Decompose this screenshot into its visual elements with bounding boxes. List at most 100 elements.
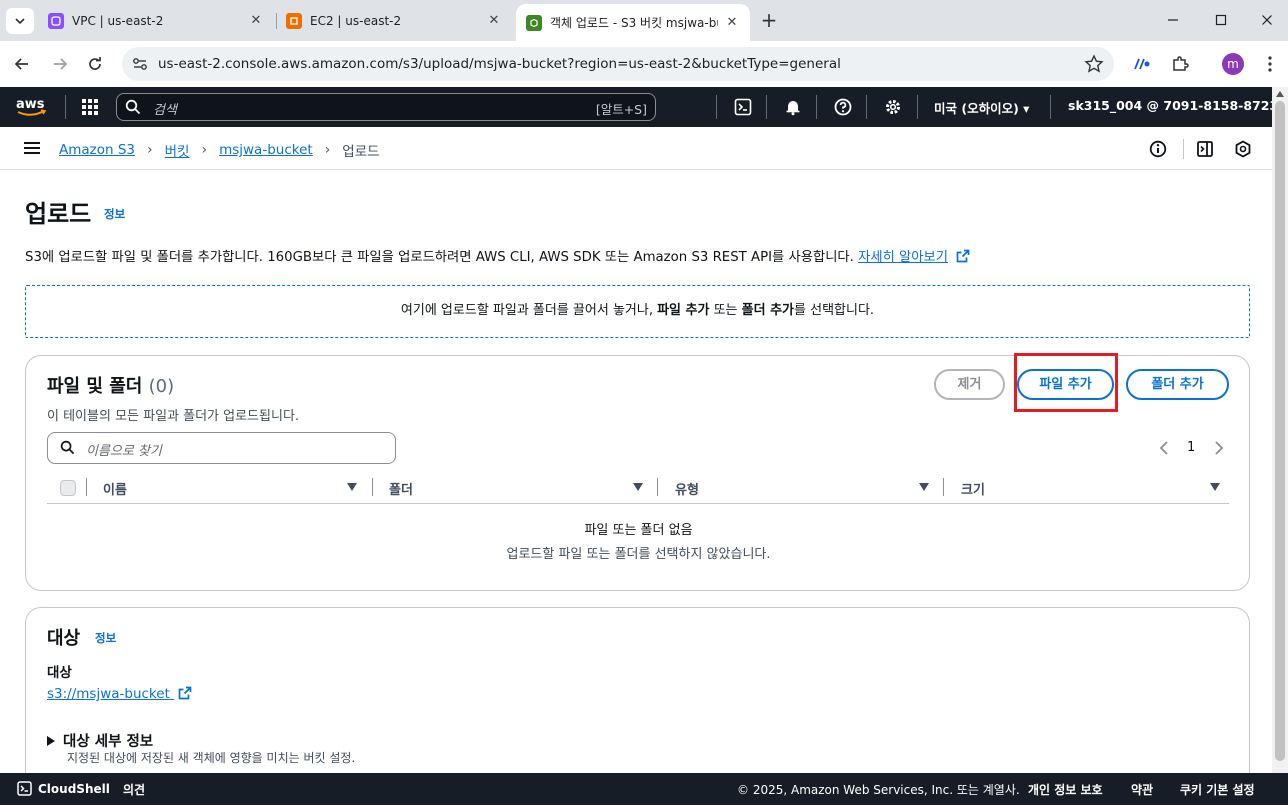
info-circle-icon	[1149, 140, 1167, 158]
arrow-right-icon	[54, 58, 68, 70]
upload-dropzone[interactable]: 여기에 업로드할 파일과 폴더를 끌어서 놓거나, 파일 추가 또는 폴더 추가…	[25, 285, 1250, 338]
browser-tab-strip: VPC | us-east-2 ✕ EC2 | us-east-2 ✕ 객체 업…	[0, 0, 1288, 41]
previous-page-icon[interactable]	[1157, 440, 1171, 456]
cookie-preferences-link[interactable]: 쿠키 기본 설정	[1180, 781, 1255, 798]
console-footer: CloudShell 의견 © 2025, Amazon Web Service…	[0, 773, 1288, 805]
destination-bucket-link-text[interactable]: s3://msjwa-bucket	[47, 686, 170, 702]
browser-menu-button[interactable]	[1258, 52, 1282, 76]
add-folder-button[interactable]: 폴더 추가	[1126, 369, 1229, 400]
address-bar[interactable]: us-east-2.console.aws.amazon.com/s3/uplo…	[122, 47, 1114, 81]
bookmark-star-icon[interactable]	[1084, 54, 1104, 74]
services-grid-icon[interactable]	[80, 97, 100, 117]
close-icon[interactable]: ✕	[248, 13, 264, 29]
settings-button[interactable]	[883, 97, 903, 117]
hamburger-menu-icon[interactable]	[24, 141, 40, 155]
breadcrumb-amazon-s3[interactable]: Amazon S3	[59, 142, 135, 158]
current-page-number[interactable]: 1	[1187, 440, 1195, 455]
browser-toolbar: us-east-2.console.aws.amazon.com/s3/uplo…	[0, 41, 1288, 87]
maximize-window-button[interactable]	[1210, 9, 1232, 31]
column-header-type[interactable]: 유형	[675, 479, 699, 498]
column-header-folder[interactable]: 폴더	[389, 479, 413, 498]
extension-logo-icon	[1134, 58, 1150, 70]
page-description: S3에 업로드할 파일 및 폴더를 추가합니다. 160GB보다 큰 파일을 업…	[25, 246, 970, 265]
page-info-link[interactable]: 정보	[104, 206, 125, 222]
tab-search-button[interactable]	[6, 8, 34, 34]
browser-tab-s3-upload[interactable]: 객체 업로드 - S3 버킷 msjwa-bucket ✕	[516, 4, 750, 41]
files-panel-title: 파일 및 폴더 (0)	[47, 372, 174, 398]
destination-info-link[interactable]: 정보	[95, 630, 116, 646]
close-icon[interactable]: ✕	[486, 13, 502, 29]
column-divider[interactable]	[657, 478, 658, 496]
extensions-menu-button[interactable]	[1168, 52, 1192, 76]
extension-button[interactable]	[1130, 52, 1154, 76]
cloudshell-button[interactable]	[733, 97, 753, 117]
learn-more-link[interactable]: 자세히 알아보기	[858, 250, 948, 265]
terms-link[interactable]: 약관	[1131, 781, 1153, 798]
dropzone-add-folder-emphasis: 폴더 추가	[741, 303, 795, 318]
page-scrollbar[interactable]	[1272, 87, 1288, 773]
destination-details-description: 지정된 대상에 저장된 새 객체에 영향을 미치는 버킷 설정.	[67, 751, 356, 765]
aws-logo-icon[interactable]: aws	[14, 95, 50, 119]
reload-button[interactable]	[83, 52, 107, 76]
scrollbar-thumb[interactable]	[1275, 101, 1285, 761]
url-text: us-east-2.console.aws.amazon.com/s3/uplo…	[158, 56, 841, 72]
browser-tab-vpc[interactable]: VPC | us-east-2 ✕	[38, 6, 274, 35]
close-icon	[1262, 15, 1272, 25]
forward-button[interactable]	[48, 52, 72, 76]
cloudshell-footer-button[interactable]: CloudShell	[17, 781, 110, 796]
remove-button[interactable]: 제거	[934, 369, 1005, 400]
destination-bucket-link[interactable]: s3://msjwa-bucket	[47, 686, 192, 702]
site-settings-icon[interactable]	[131, 55, 149, 73]
chevron-down-icon	[15, 18, 25, 25]
column-divider[interactable]	[943, 478, 944, 496]
split-panel-button[interactable]	[1195, 139, 1215, 159]
sort-caret-icon[interactable]	[347, 483, 357, 491]
destination-details-expander[interactable]: 대상 세부 정보	[47, 730, 153, 751]
aws-search-input[interactable]: 검색 [알트+S]	[116, 93, 656, 121]
scroll-up-arrow-icon[interactable]	[1276, 91, 1284, 97]
notifications-button[interactable]	[783, 97, 803, 117]
maximize-icon	[1215, 14, 1227, 26]
privacy-link[interactable]: 개인 정보 보호	[1028, 781, 1103, 798]
amazon-q-button[interactable]	[1233, 139, 1253, 159]
minimize-window-button[interactable]	[1162, 9, 1184, 31]
column-divider[interactable]	[372, 478, 373, 496]
breadcrumb-buckets[interactable]: 버킷	[165, 140, 190, 160]
hexagon-icon	[1235, 140, 1251, 158]
account-menu[interactable]: sk315_004 @ 7091-8158-8723 ▾	[1068, 98, 1288, 113]
vpc-favicon-icon	[48, 12, 64, 29]
nav-divider	[766, 95, 767, 119]
close-window-button[interactable]	[1256, 9, 1278, 31]
nav-divider	[716, 95, 717, 119]
filter-by-name-input[interactable]: 이름으로 찾기	[47, 432, 396, 464]
dropzone-add-files-emphasis: 파일 추가	[657, 303, 710, 318]
select-all-checkbox[interactable]	[60, 480, 76, 496]
gear-icon	[886, 100, 900, 114]
search-icon	[125, 99, 141, 115]
profile-avatar[interactable]: m	[1222, 53, 1244, 75]
breadcrumb-bucket-name[interactable]: msjwa-bucket	[219, 142, 313, 158]
back-button[interactable]	[10, 52, 34, 76]
destination-panel: 대상 정보 대상 s3://msjwa-bucket 대상 세부 정보 지정된 …	[25, 607, 1250, 797]
close-icon[interactable]: ✕	[724, 15, 740, 31]
destination-label: 대상	[47, 665, 72, 681]
feedback-link[interactable]: 의견	[123, 781, 145, 798]
column-header-size[interactable]: 크기	[961, 479, 985, 498]
info-panel-button[interactable]	[1148, 139, 1168, 159]
sort-caret-icon[interactable]	[919, 483, 929, 491]
sort-caret-icon[interactable]	[1210, 483, 1220, 491]
toolbar-divider	[1183, 139, 1184, 159]
chevron-right-icon: ›	[147, 142, 153, 158]
sort-caret-icon[interactable]	[633, 483, 643, 491]
help-circle-icon	[834, 98, 852, 116]
next-page-icon[interactable]	[1212, 440, 1226, 456]
new-tab-button[interactable]: +	[759, 10, 779, 30]
region-selector[interactable]: 미국 (오하이오) ▾	[934, 98, 1029, 117]
breadcrumb-bar: Amazon S3 › 버킷 › msjwa-bucket › 업로드	[0, 127, 1272, 170]
dropzone-text-middle: 또는	[709, 303, 742, 318]
browser-tab-ec2[interactable]: EC2 | us-east-2 ✕	[276, 6, 512, 35]
nav-divider	[917, 95, 918, 119]
chevron-right-icon: ›	[201, 142, 208, 158]
column-header-name[interactable]: 이름	[103, 479, 127, 498]
help-button[interactable]	[833, 97, 853, 117]
